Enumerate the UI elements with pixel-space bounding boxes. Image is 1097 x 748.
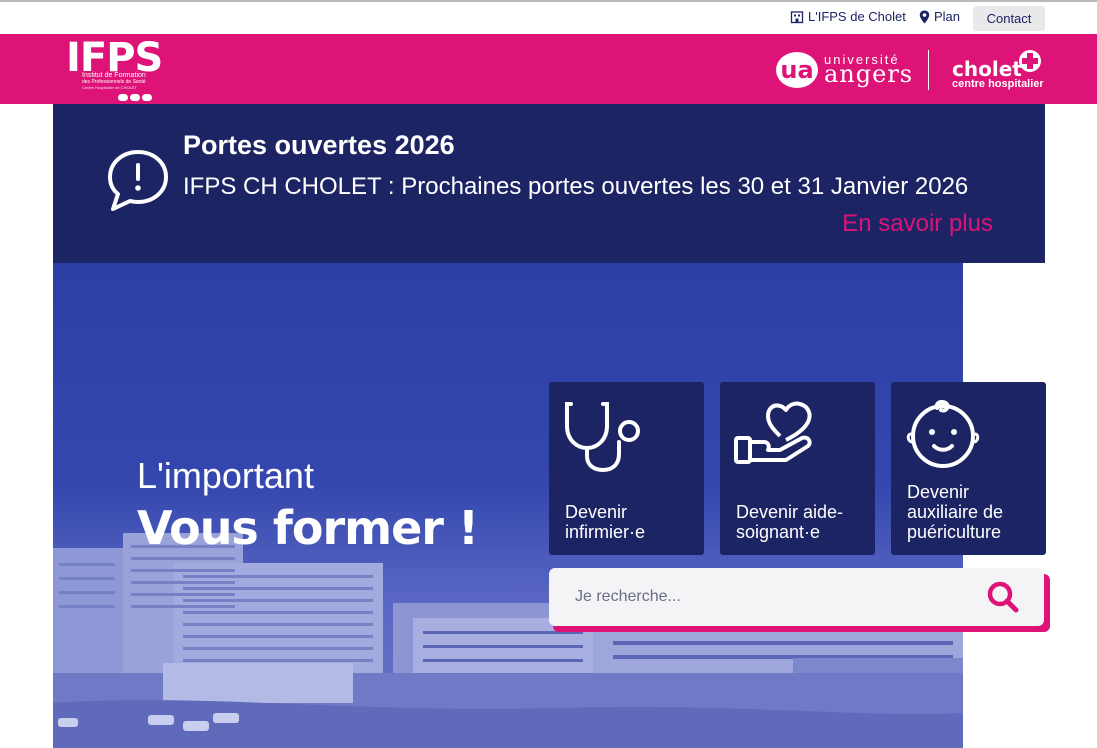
announcement-more-link[interactable]: En savoir plus [842, 210, 993, 238]
ifps-logo[interactable]: IFPS Institut de Formation des Professio… [66, 36, 163, 101]
stethoscope-icon [565, 402, 640, 473]
ifps-cholet-link[interactable]: L'IFPS de Cholet [790, 9, 906, 24]
card-devenir-auxiliaire-puericulture[interactable]: Devenir auxiliaire de puériculture [891, 382, 1046, 555]
card-devenir-infirmier[interactable]: Devenir infirmier·e [549, 382, 704, 555]
ifps-logo-badges [118, 94, 152, 101]
card-label-line2: infirmier·e [565, 522, 646, 542]
map-pin-icon [919, 10, 930, 23]
card-label-line3: puériculture [907, 522, 1002, 542]
baby-face-icon [906, 399, 980, 468]
ua-monogram: ua [776, 52, 818, 88]
announcement-title: Portes ouvertes 2026 [183, 130, 455, 160]
announcement-text: IFPS CH CHOLET : Prochaines portes ouver… [183, 173, 969, 200]
logo-separator [928, 50, 929, 90]
search-icon [987, 581, 1019, 613]
centre-hospitalier-label: centre hospitalier [952, 78, 1044, 90]
card-label: Devenir auxiliaire de puériculture [907, 482, 1003, 542]
plan-link-label: Plan [934, 9, 961, 24]
hero-subtitle: L'important [137, 455, 314, 496]
card-label: Devenir aide- soignant·e [736, 502, 843, 542]
card-label-line1: Devenir aide- [736, 502, 844, 522]
speech-bubble-exclamation-icon [108, 150, 168, 211]
card-devenir-aide-soignant[interactable]: Devenir aide- soignant·e [720, 382, 875, 555]
hero-title: Vous former ! [137, 501, 479, 555]
ifps-logo-line3: Centre Hospitalier de CHOLET [82, 85, 137, 90]
announcement-banner: Portes ouvertes 2026 IFPS CH CHOLET : Pr… [53, 104, 1045, 263]
universite-angers-logo[interactable]: ua université angers [776, 48, 912, 92]
card-label-line1: Devenir [907, 482, 970, 502]
card-label-line1: Devenir [565, 502, 628, 522]
angers-label: angers [824, 60, 914, 88]
ifps-cholet-link-label: L'IFPS de Cholet [808, 9, 906, 24]
hand-heart-icon [734, 401, 812, 464]
building-icon [790, 10, 804, 23]
contact-button[interactable]: Contact [973, 6, 1045, 31]
card-label: Devenir infirmier·e [565, 502, 645, 542]
plan-link[interactable]: Plan [919, 9, 960, 24]
search-bar [549, 568, 1044, 626]
search-input[interactable] [575, 586, 955, 608]
cholet-hospital-logo[interactable]: cholet centre hospitalier [952, 49, 1052, 93]
card-label-line2: auxiliaire de [907, 502, 1004, 522]
brand-header: IFPS Institut de Formation des Professio… [0, 34, 1097, 104]
utility-bar: L'IFPS de Cholet Plan Contact [0, 2, 1097, 34]
card-label-line2: soignant·e [736, 522, 821, 542]
search-button[interactable] [983, 580, 1023, 614]
